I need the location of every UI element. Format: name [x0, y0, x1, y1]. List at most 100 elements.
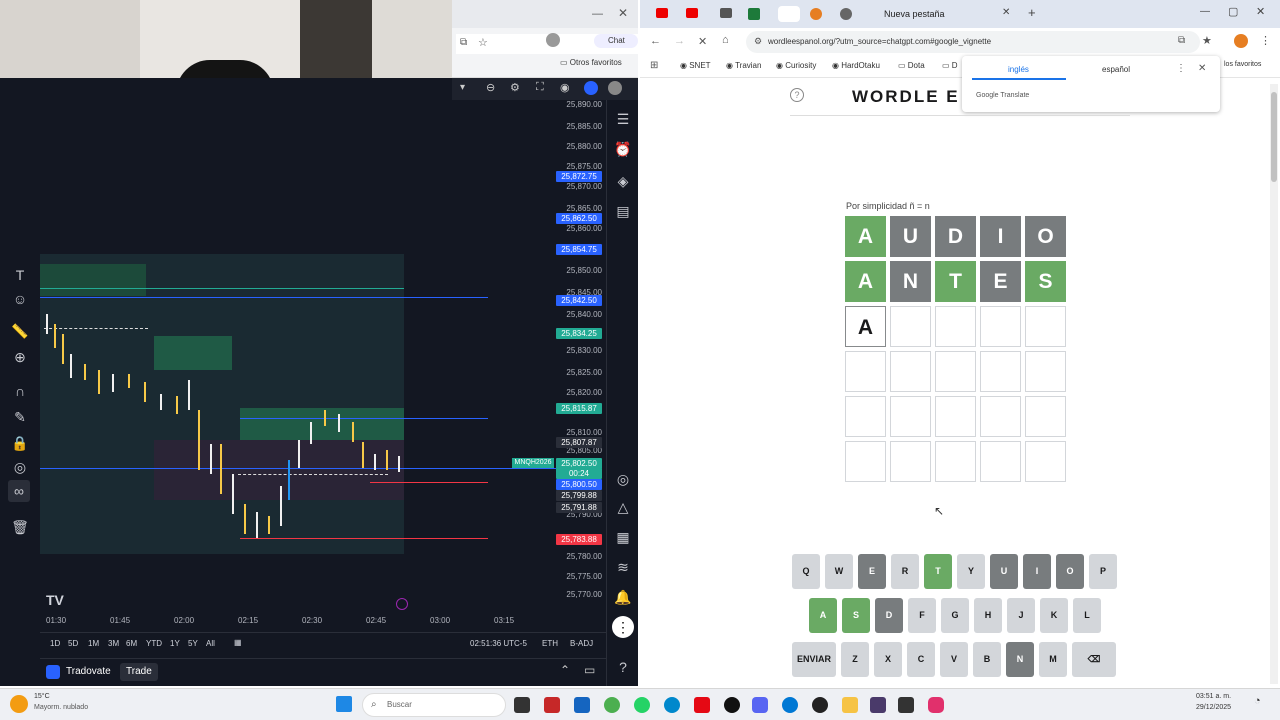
close-tab-icon[interactable]: ✕ — [1002, 7, 1010, 18]
translate-lang-english[interactable]: inglés — [1008, 65, 1029, 74]
close-translate-icon[interactable]: ✕ — [1198, 63, 1206, 74]
tab-new-tab[interactable]: Nueva pestaña — [868, 6, 1024, 22]
text-tool-icon[interactable]: T — [9, 264, 31, 286]
key-y[interactable]: Y — [957, 554, 985, 589]
tab-generic[interactable] — [810, 8, 822, 20]
back-icon[interactable]: ← — [650, 35, 661, 47]
triangle-icon[interactable]: △ — [612, 496, 634, 518]
forward-icon[interactable]: → — [674, 35, 685, 47]
timeframe-6m[interactable]: 6M — [126, 639, 137, 648]
profile-icon[interactable] — [608, 81, 622, 95]
key-backspace[interactable]: ⌫ — [1072, 642, 1116, 677]
instagram-icon[interactable] — [928, 697, 944, 713]
key-t[interactable]: T — [924, 554, 952, 589]
key-s[interactable]: S — [842, 598, 870, 633]
bookmark-star-icon[interactable]: ★ — [1202, 34, 1212, 47]
time-axis[interactable]: 01:30 01:45 02:00 02:15 02:30 02:45 03:0… — [40, 610, 606, 630]
price-chart[interactable]: TV — [40, 254, 556, 614]
netflix-icon[interactable] — [694, 697, 710, 713]
bookmark-item[interactable]: ◉ Travian — [726, 61, 761, 70]
app-icon[interactable] — [574, 697, 590, 713]
key-f[interactable]: F — [908, 598, 936, 633]
fullscreen-icon[interactable]: ⛶ — [536, 81, 544, 94]
maximize-panel-icon[interactable]: ▭ — [584, 663, 595, 677]
weather-desc[interactable]: Mayorm. nublado — [34, 704, 88, 711]
timeframe-1d[interactable]: 1D — [50, 639, 60, 648]
calendar-range-icon[interactable]: ▦ — [234, 638, 242, 647]
podcast-icon[interactable]: ≋ — [612, 556, 634, 578]
key-enviar[interactable]: ENVIAR — [792, 642, 836, 677]
telegram-icon[interactable] — [664, 697, 680, 713]
chat-icon[interactable]: ▤ — [612, 200, 634, 222]
key-v[interactable]: V — [940, 642, 968, 677]
key-x[interactable]: X — [874, 642, 902, 677]
more-options-icon[interactable]: ⋮ — [1176, 63, 1186, 74]
timeframe-3m[interactable]: 3M — [108, 639, 119, 648]
url-bar[interactable]: ⚙ wordleespanol.org/?utm_source=chatgpt.… — [746, 31, 1200, 53]
timeframe-all[interactable]: All — [206, 639, 215, 648]
clock-time[interactable]: 03:51 a. m. — [1196, 693, 1231, 700]
whatsapp-icon[interactable] — [634, 697, 650, 713]
key-n[interactable]: N — [1006, 642, 1034, 677]
other-favorites-right[interactable]: los favoritos — [1224, 61, 1261, 68]
bookmark-item[interactable]: ▭ Dota — [898, 61, 925, 70]
key-r[interactable]: R — [891, 554, 919, 589]
layers-icon[interactable]: ◈ — [612, 170, 634, 192]
key-a[interactable]: A — [809, 598, 837, 633]
clock-readout[interactable]: 02:51:36 UTC-5 — [470, 639, 527, 648]
publish-button[interactable] — [584, 81, 598, 95]
key-c[interactable]: C — [907, 642, 935, 677]
chevron-down-icon[interactable]: ▾ — [460, 82, 465, 93]
key-e[interactable]: E — [858, 554, 886, 589]
emoji-icon[interactable]: ☺ — [9, 288, 31, 310]
maximize-icon[interactable]: ▢ — [1228, 5, 1238, 18]
key-q[interactable]: Q — [792, 554, 820, 589]
camera-icon[interactable]: ◉ — [560, 81, 570, 94]
tab-active[interactable] — [778, 6, 800, 22]
translate-lang-spanish[interactable]: español — [1102, 65, 1130, 74]
key-w[interactable]: W — [825, 554, 853, 589]
timeframe-ytd[interactable]: YTD — [146, 639, 162, 648]
trash-icon[interactable]: 🗑 — [9, 516, 31, 538]
avatar[interactable] — [546, 33, 560, 47]
key-i[interactable]: I — [1023, 554, 1051, 589]
apps-icon[interactable]: ⊞ — [650, 60, 658, 71]
folder-icon[interactable] — [842, 697, 858, 713]
link-icon[interactable]: ∞ — [8, 480, 30, 502]
timeframe-1m[interactable]: 1M — [88, 639, 99, 648]
bookmark-item[interactable]: ◉ SNET — [680, 61, 711, 70]
key-h[interactable]: H — [974, 598, 1002, 633]
site-info-icon[interactable]: ⚙ — [754, 36, 762, 47]
broker-label[interactable]: Tradovate — [66, 666, 111, 677]
grid-icon[interactable]: ⋮ — [612, 616, 634, 638]
close-window-icon[interactable]: ✕ — [1256, 5, 1265, 18]
zoom-out-icon[interactable]: ⊖ — [486, 81, 495, 94]
pencil-lock-icon[interactable]: ✎ — [9, 406, 31, 428]
scrollbar-thumb[interactable] — [1271, 92, 1277, 182]
session-toggle[interactable]: ETH — [542, 639, 558, 648]
bell-icon[interactable]: 🔔 — [612, 586, 634, 608]
profile-avatar[interactable] — [1234, 34, 1248, 48]
bookmark-item[interactable]: ▭ D — [942, 61, 958, 70]
new-tab-icon[interactable]: + — [1028, 5, 1036, 20]
lock-icon[interactable]: 🔒 — [9, 432, 31, 454]
eye-icon[interactable]: ◎ — [9, 456, 31, 478]
extension-icon[interactable]: ⧉ — [460, 37, 467, 48]
zoom-in-icon[interactable]: ⊕ — [9, 346, 31, 368]
app-icon[interactable] — [870, 697, 886, 713]
timeframe-5y[interactable]: 5Y — [188, 639, 198, 648]
home-icon[interactable]: ⌂ — [722, 34, 729, 46]
menu-icon[interactable]: ⋮ — [1260, 34, 1271, 47]
other-favorites[interactable]: ▭ Otros favoritos — [560, 58, 622, 67]
bookmark-item[interactable]: ◉ Curiosity — [776, 61, 816, 70]
close-icon[interactable]: ✕ — [618, 6, 628, 20]
scrollbar[interactable] — [1270, 84, 1278, 684]
weather-temp[interactable]: 15°C — [34, 693, 50, 700]
settings-icon[interactable]: ⚙ — [510, 81, 520, 94]
ruler-icon[interactable]: 📏 — [9, 320, 31, 342]
app-icon[interactable] — [544, 697, 560, 713]
help-icon[interactable]: ? — [790, 88, 804, 102]
minimize-icon[interactable]: — — [1200, 6, 1210, 17]
star-icon[interactable]: ☆ — [478, 36, 488, 49]
app-icon[interactable] — [812, 697, 828, 713]
